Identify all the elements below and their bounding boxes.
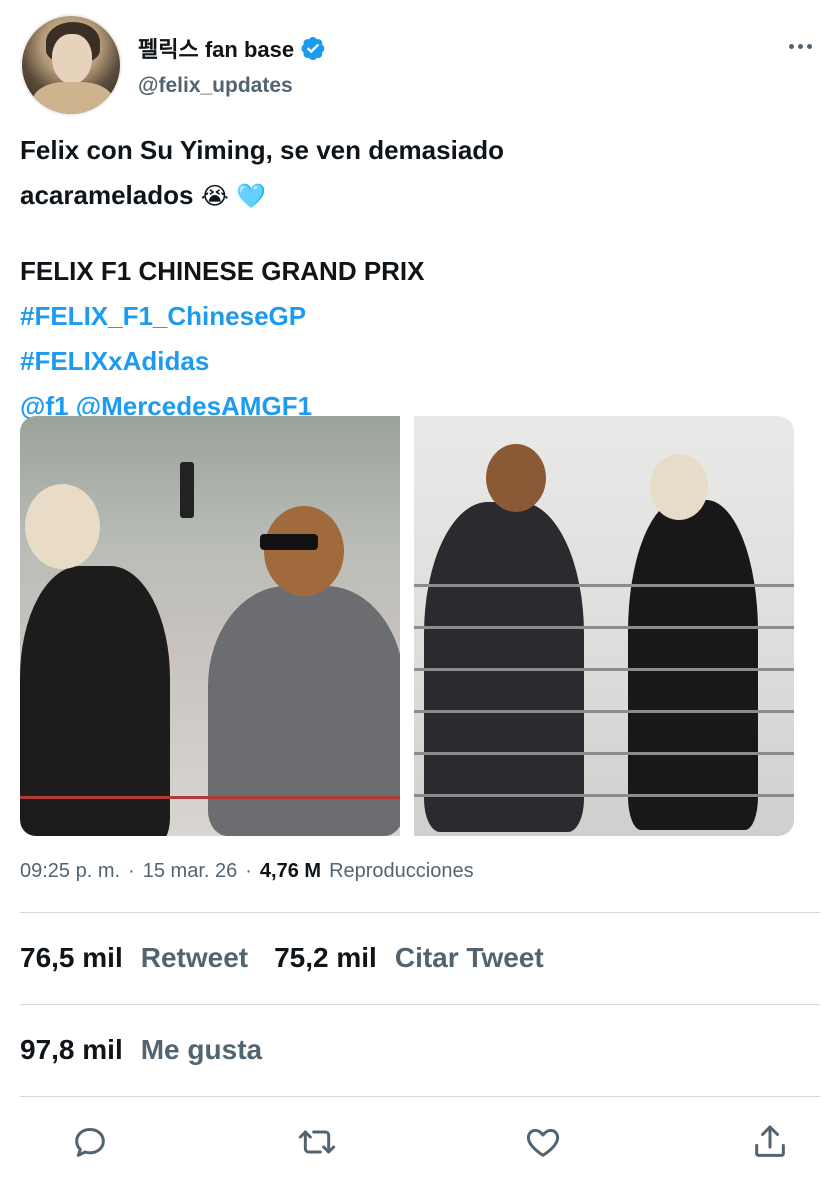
tweet-text-word: acaramelados [20, 180, 194, 210]
tweet-time[interactable]: 09:25 p. m. [20, 860, 120, 883]
name-row: 펠릭스 fan base [138, 32, 326, 64]
stats-row-retweets: 76,5 mil Retweet 75,2 mil Citar Tweet [20, 942, 570, 974]
person-right-jacket [628, 500, 758, 830]
phone [180, 462, 194, 518]
display-name[interactable]: 펠릭스 fan base [138, 32, 294, 64]
person-left-head [486, 444, 546, 512]
quotes-label[interactable]: Citar Tweet [395, 942, 544, 974]
like-icon[interactable] [523, 1122, 563, 1162]
avatar-face [52, 34, 92, 84]
tweet-date[interactable]: 15 mar. 26 [143, 860, 238, 883]
hashtag-felix-f1[interactable]: #FELIX_F1_ChineseGP [20, 294, 820, 339]
verified-badge-icon [301, 37, 325, 61]
views-label: Reproducciones [329, 860, 474, 882]
divider [20, 912, 820, 913]
more-options-icon[interactable] [789, 44, 812, 49]
photo-left[interactable] [20, 416, 400, 836]
red-rail [20, 796, 400, 799]
hashtag-felix-adidas[interactable]: #FELIXxAdidas [20, 339, 820, 384]
railing-bar [414, 668, 794, 671]
meta-separator: · [245, 860, 252, 882]
sunglasses [260, 534, 318, 550]
emoji-crying-blue-heart: 😭 🩵 [200, 182, 267, 210]
share-icon[interactable] [750, 1122, 790, 1162]
railing-bar [414, 752, 794, 755]
person-left-jacket [424, 502, 584, 832]
likes-label[interactable]: Me gusta [141, 1034, 262, 1066]
views-count: 4,76 M [259, 860, 322, 882]
tweet-text-line-1: Felix con Su Yiming, se ven demasiado [20, 135, 505, 165]
railing-bar [414, 710, 794, 713]
meta-separator: · [128, 860, 135, 882]
reply-icon[interactable] [70, 1122, 110, 1162]
user-handle[interactable]: @felix_updates [138, 74, 293, 98]
divider [20, 1004, 820, 1005]
action-bar [70, 1122, 790, 1162]
railing-bar [414, 794, 794, 797]
person-right-head [650, 454, 708, 520]
retweets-label[interactable]: Retweet [141, 942, 248, 974]
quotes-count[interactable]: 75,2 mil [274, 942, 377, 974]
tweet-header: 펠릭스 fan base @felix_updates [20, 14, 820, 118]
stats-row-likes: 97,8 mil Me gusta [20, 1034, 288, 1066]
tweet-meta: 09:25 p. m. · 15 mar. 26 · 4,76 M Reprod… [20, 860, 474, 883]
divider [20, 1096, 820, 1097]
photo-right[interactable] [414, 416, 794, 836]
tweet-text: Felix con Su Yiming, se ven demasiado ac… [20, 128, 820, 429]
railing-bar [414, 626, 794, 629]
retweet-icon[interactable] [297, 1122, 337, 1162]
retweets-count[interactable]: 76,5 mil [20, 942, 123, 974]
railing-bar [414, 584, 794, 587]
tweet-title: FELIX F1 CHINESE GRAND PRIX [20, 256, 425, 286]
tweet-media [20, 416, 794, 836]
avatar-body [32, 82, 114, 114]
likes-count[interactable]: 97,8 mil [20, 1034, 123, 1066]
avatar[interactable] [20, 14, 122, 116]
person-blonde-head [25, 484, 100, 569]
person-grey-head [264, 506, 344, 596]
tweet-text-line-2: acaramelados 😭 🩵 [20, 173, 820, 219]
